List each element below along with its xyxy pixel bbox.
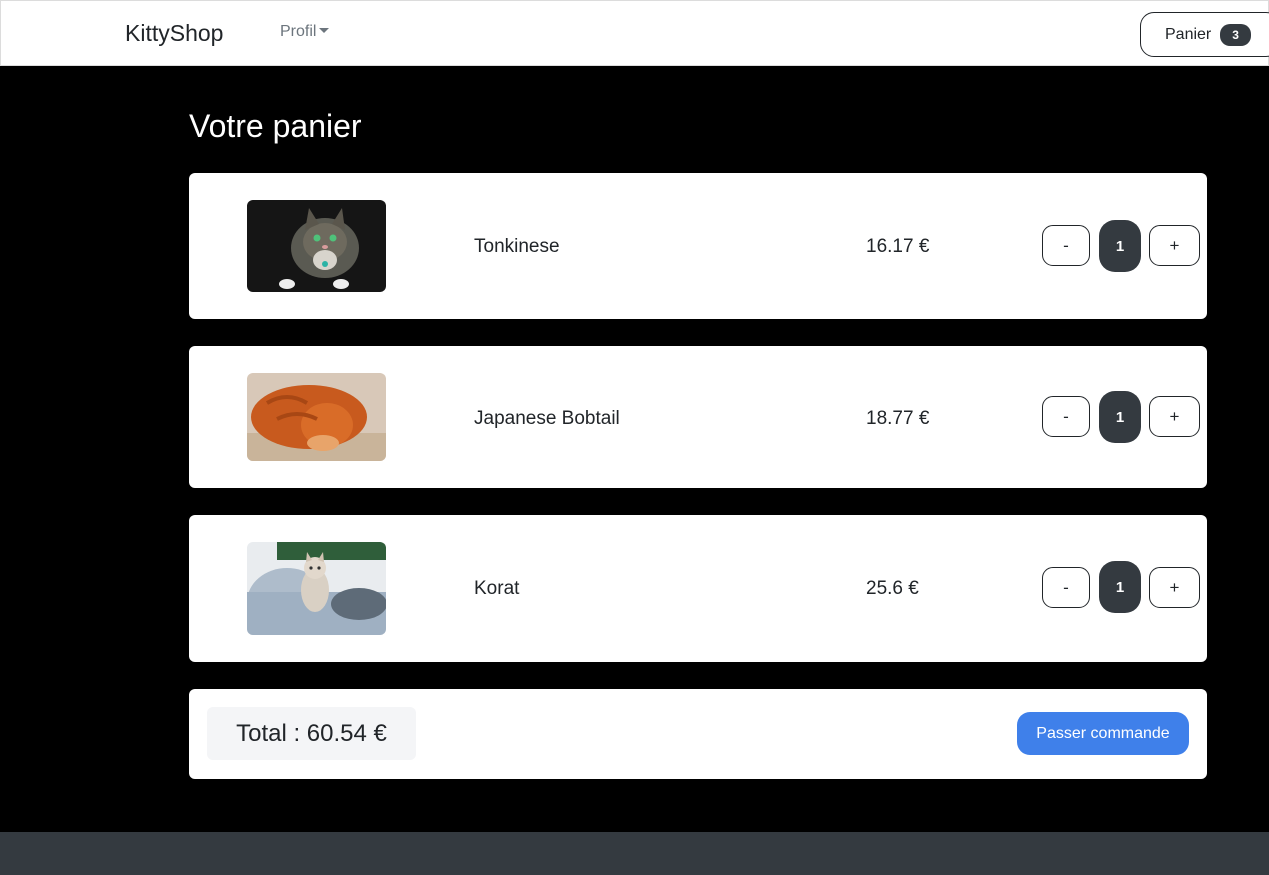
profile-menu[interactable]: Profil bbox=[280, 23, 330, 41]
increase-quantity-button[interactable]: + bbox=[1149, 567, 1200, 608]
decrease-quantity-button[interactable]: - bbox=[1042, 396, 1090, 437]
quantity-value: 1 bbox=[1099, 561, 1141, 613]
page-title: Votre panier bbox=[189, 108, 362, 144]
cart-label: Panier bbox=[1165, 25, 1212, 43]
decrease-quantity-button[interactable]: - bbox=[1042, 567, 1090, 608]
cart-item: Japanese Bobtail 18.77 € - 1 + bbox=[189, 346, 1207, 488]
increase-quantity-button[interactable]: + bbox=[1149, 396, 1200, 437]
navbar: KittyShop Profil Panier 3 bbox=[0, 0, 1269, 66]
product-image bbox=[247, 200, 386, 292]
cart-item: Tonkinese 16.17 € - 1 + bbox=[189, 173, 1207, 319]
item-name: Tonkinese bbox=[474, 236, 560, 257]
caret-down-icon bbox=[319, 28, 330, 33]
product-image bbox=[247, 542, 386, 635]
item-name: Japanese Bobtail bbox=[474, 408, 620, 429]
cart-item: Korat 25.6 € - 1 + bbox=[189, 515, 1207, 662]
profile-menu-label: Profil bbox=[280, 23, 317, 40]
item-price: 18.77 € bbox=[866, 408, 930, 429]
cart-button[interactable]: Panier 3 bbox=[1140, 12, 1269, 57]
checkout-button[interactable]: Passer commande bbox=[1017, 712, 1189, 755]
product-image bbox=[247, 373, 386, 461]
decrease-quantity-button[interactable]: - bbox=[1042, 225, 1090, 266]
increase-quantity-button[interactable]: + bbox=[1149, 225, 1200, 266]
footer bbox=[0, 832, 1269, 875]
brand-logo[interactable]: KittyShop bbox=[125, 20, 223, 47]
quantity-value: 1 bbox=[1099, 391, 1141, 443]
cart-summary: Total : 60.54 € Passer commande bbox=[189, 689, 1207, 779]
item-price: 16.17 € bbox=[866, 236, 930, 257]
item-name: Korat bbox=[474, 578, 520, 599]
cart-count-badge: 3 bbox=[1220, 23, 1251, 46]
cart-total: Total : 60.54 € bbox=[207, 707, 416, 760]
item-price: 25.6 € bbox=[866, 578, 919, 599]
quantity-value: 1 bbox=[1099, 220, 1141, 272]
